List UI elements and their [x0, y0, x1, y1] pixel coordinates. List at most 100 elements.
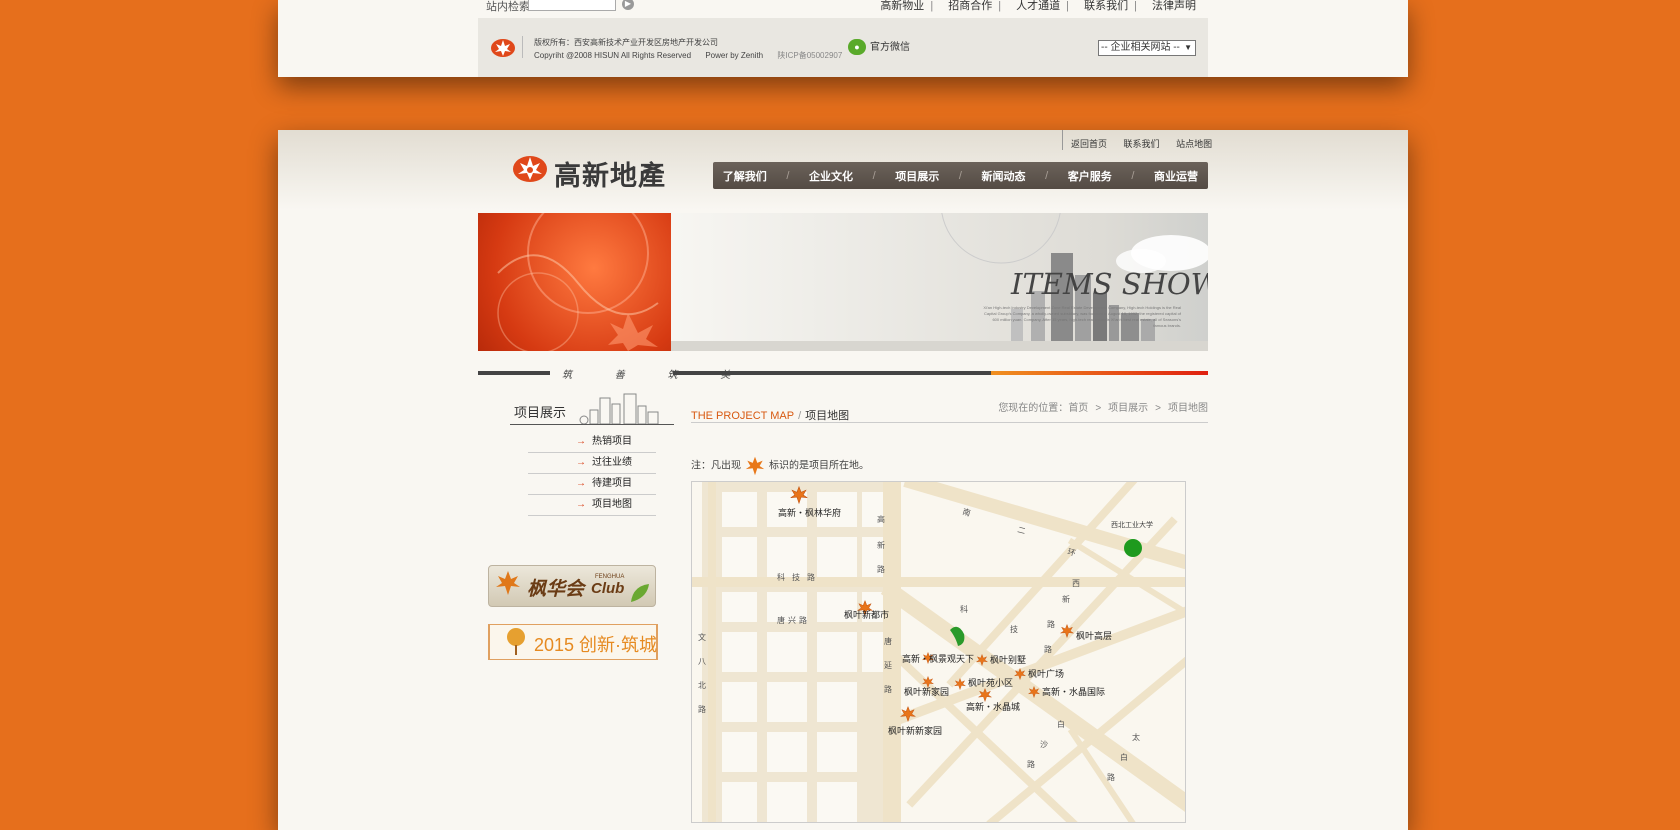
sidebar-menu: → 热销项目 → 过往业绩 → 待建项目 → 项目地图: [528, 432, 656, 516]
arrow-right-icon: →: [576, 436, 586, 447]
map-label-3: 枫叶别墅: [990, 654, 1026, 666]
copyright-text: 版权所有：西安高新技术产业开发区房地产开发公司 Copyriht @2008 H…: [534, 38, 843, 60]
street-map: 南 二 环 高新路 科技路 唐兴路 科技路 唐延路 文八北路 西新路 白沙路 太…: [692, 482, 1185, 822]
toplink-property[interactable]: 高新物业: [880, 0, 924, 12]
footer-bar: 版权所有：西安高新技术产业开发区房地产开发公司 Copyriht @2008 H…: [478, 18, 1208, 77]
breadcrumb-map: 项目地图: [1168, 403, 1208, 414]
svg-text:路: 路: [807, 572, 815, 582]
svg-text:新: 新: [877, 540, 885, 550]
map-label-7: 高新・水晶城: [966, 701, 1020, 713]
map-label-8: 高新・水晶国际: [1042, 686, 1105, 698]
svg-text:西: 西: [1072, 579, 1080, 588]
breadcrumb-projects[interactable]: 项目展示: [1108, 403, 1148, 414]
svg-text:沙: 沙: [1040, 740, 1048, 749]
svg-text:路: 路: [1107, 772, 1115, 782]
banner-title: ITEMS SHOW: [1011, 267, 1208, 301]
svg-text:唐: 唐: [884, 636, 892, 646]
map-label-10: 枫叶高层: [1076, 630, 1112, 642]
svg-text:北: 北: [698, 681, 706, 690]
nav-culture[interactable]: 企业文化: [809, 168, 853, 184]
nav-projects[interactable]: 项目展示: [895, 168, 939, 184]
green-leaf-icon: [631, 584, 649, 602]
svg-text:兴: 兴: [788, 616, 796, 625]
toplink-contact[interactable]: 联系我们: [1084, 0, 1128, 12]
tree-icon: [507, 628, 525, 655]
innovation-2015-banner[interactable]: 2015 创新·筑城: [488, 624, 658, 660]
maple-logo-icon: [490, 36, 523, 58]
svg-text:八: 八: [698, 657, 706, 666]
map-label-9: 枫叶新新家园: [888, 725, 942, 737]
map-label-1: 枫叶新都市: [844, 609, 889, 621]
sidebar-item-past[interactable]: → 过往业绩: [528, 453, 656, 474]
svg-text:路: 路: [877, 564, 885, 574]
page-title: THE PROJECT MAP / 项目地图: [691, 410, 850, 422]
svg-text:高: 高: [877, 514, 885, 524]
top-links: 高新物业 | 招商合作 | 人才通道 | 联系我们 | 法律声明: [880, 0, 1196, 12]
search-label: 站内检索: [486, 1, 530, 13]
top-page-card: 站内检索 ▶ 高新物业 | 招商合作 | 人才通道 | 联系我们 | 法律声明 版权所有…: [278, 0, 1408, 77]
nav-news[interactable]: 新闻动态: [982, 168, 1026, 184]
util-home[interactable]: 返回首页: [1071, 139, 1107, 149]
breadcrumb-home[interactable]: 首页: [1068, 403, 1088, 414]
banner-subtitle: Xi'an High-tech Industry Development Zon…: [983, 305, 1181, 328]
city-sketch-icon: [579, 393, 659, 424]
map-label-4: 枫叶广场: [1028, 668, 1064, 680]
map-label-2: 高新・枫景观天下: [902, 653, 974, 665]
svg-text:路: 路: [799, 615, 807, 625]
svg-text:白: 白: [1057, 719, 1065, 729]
svg-text:路: 路: [1047, 619, 1055, 629]
svg-text:太: 太: [1132, 732, 1140, 742]
landmark-label: 西北工业大学: [1111, 520, 1153, 529]
svg-text:新: 新: [1062, 594, 1070, 604]
svg-text:路: 路: [884, 684, 892, 694]
svg-text:科: 科: [960, 604, 968, 614]
svg-text:路: 路: [1027, 759, 1035, 769]
svg-text:延: 延: [884, 660, 892, 670]
related-sites-select[interactable]: -- 企业相关网站 -- ▼: [1098, 40, 1196, 56]
svg-text:科: 科: [777, 572, 785, 582]
util-contact[interactable]: 联系我们: [1124, 139, 1160, 149]
svg-text:白: 白: [1120, 752, 1128, 762]
project-map[interactable]: 南 二 环 高新路 科技路 唐兴路 科技路 唐延路 文八北路 西新路 白沙路 太…: [691, 481, 1186, 823]
search-input[interactable]: [528, 0, 616, 11]
svg-text:技: 技: [1010, 624, 1018, 634]
maple-logo-icon: [513, 156, 547, 182]
maple-leaf-icon: [496, 571, 520, 595]
main-nav: 了解我们 / 企业文化 / 项目展示 / 新闻动态 / 客户服务 / 商业运营: [713, 162, 1208, 189]
content-header: THE PROJECT MAP / 项目地图 您现在的位置：首页 > 项目展示 > 项目地图: [691, 400, 1208, 423]
arrow-right-icon: →: [576, 499, 586, 510]
red-flower-image: [478, 213, 671, 351]
nav-about[interactable]: 了解我们: [723, 168, 767, 184]
map-label-5: 枫叶苑小区: [968, 677, 1013, 689]
chevron-down-icon: ▼: [1184, 43, 1192, 52]
util-sitemap[interactable]: 站点地图: [1176, 139, 1212, 149]
svg-text:技: 技: [792, 572, 800, 582]
sidebar-title: 项目展示: [510, 392, 674, 425]
maple-leaf-icon: [745, 456, 765, 476]
map-label-6: 枫叶新家园: [904, 686, 949, 698]
nav-commerce[interactable]: 商业运营: [1154, 168, 1198, 184]
arrow-right-icon: →: [576, 457, 586, 468]
svg-text:唐: 唐: [777, 615, 785, 625]
chevron-right-icon: >: [1155, 403, 1161, 414]
toplink-investment[interactable]: 招商合作: [948, 0, 992, 12]
site-logo[interactable]: 高新地產: [506, 148, 676, 208]
fenghua-club-banner[interactable]: 枫华会 FENGHUA Club: [488, 565, 656, 607]
arrow-right-circle-icon[interactable]: ▶: [622, 0, 634, 10]
toplink-careers[interactable]: 人才通道: [1016, 0, 1060, 12]
wechat-link[interactable]: ● 官方微信: [848, 38, 910, 56]
toplink-legal[interactable]: 法律声明: [1152, 0, 1196, 12]
breadcrumb: 您现在的位置：首页 > 项目展示 > 项目地图: [998, 403, 1208, 414]
wechat-icon: ●: [848, 39, 866, 56]
arrow-right-icon: →: [576, 478, 586, 489]
utility-links: 返回首页 联系我们 站点地图: [1062, 130, 1226, 150]
logo-text: 高新地產: [554, 161, 666, 192]
nav-service[interactable]: 客户服务: [1068, 168, 1112, 184]
chevron-right-icon: >: [1095, 403, 1102, 414]
slogan-stripe: 筑 善 筑 美: [478, 366, 1208, 381]
sidebar-item-planned[interactable]: → 待建项目: [528, 474, 656, 495]
map-label-0: 高新・枫林华府: [778, 507, 841, 519]
items-show-page-card: 返回首页 联系我们 站点地图 高新地產 了解我们 / 企业文化 / 项目展示 / 新闻…: [278, 130, 1408, 830]
sidebar-item-map[interactable]: → 项目地图: [528, 495, 656, 516]
sidebar-item-hot[interactable]: → 热销项目: [528, 432, 656, 453]
